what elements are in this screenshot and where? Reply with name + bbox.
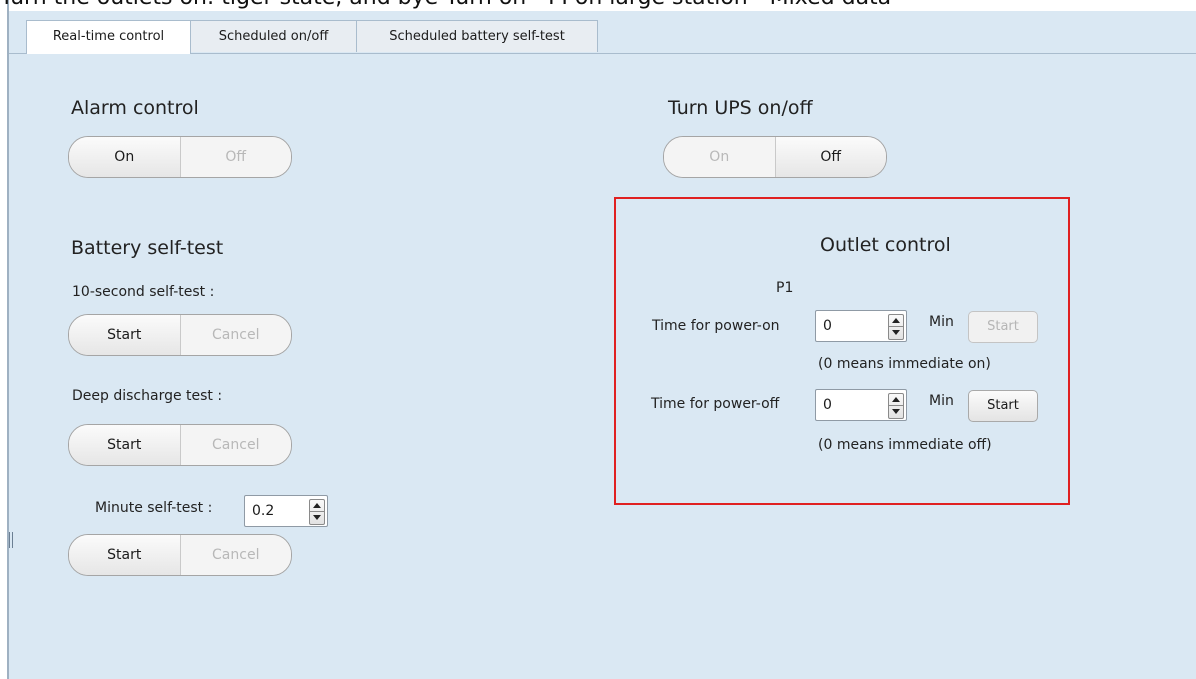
stepper-arrows-icon[interactable] xyxy=(888,393,904,419)
ten-second-start-button[interactable]: Start xyxy=(69,315,180,355)
arrow-up-icon[interactable] xyxy=(892,397,900,402)
alarm-on-button[interactable]: On xyxy=(69,137,180,177)
minute-test-value[interactable]: 0.2 xyxy=(252,496,274,526)
deep-discharge-start-button[interactable]: Start xyxy=(69,425,180,465)
deep-discharge-label: Deep discharge test : xyxy=(72,388,223,404)
power-off-stepper[interactable]: 0 xyxy=(815,389,907,421)
tab-real-time-control[interactable]: Real-time control xyxy=(26,20,191,54)
minute-test-cancel-button[interactable]: Cancel xyxy=(180,535,291,575)
splitter-grip-icon[interactable] xyxy=(8,532,14,548)
tab-scheduled-on-off[interactable]: Scheduled on/off xyxy=(190,20,357,52)
outlet-name: P1 xyxy=(776,280,794,296)
minute-test-stepper[interactable]: 0.2 xyxy=(244,495,328,527)
overlay-caption: Turn the outlets on: tiger state, and by… xyxy=(0,0,1196,9)
power-on-note: (0 means immediate on) xyxy=(818,356,991,372)
battery-self-test-heading: Battery self-test xyxy=(71,237,224,259)
power-on-value[interactable]: 0 xyxy=(823,311,832,341)
deep-discharge-controls: Start Cancel xyxy=(68,424,292,466)
power-on-unit: Min xyxy=(929,314,954,330)
stepper-arrows-icon[interactable] xyxy=(309,499,325,525)
power-off-note: (0 means immediate off) xyxy=(818,437,992,453)
ups-power-toggle: On Off xyxy=(663,136,887,178)
ups-off-button[interactable]: Off xyxy=(775,137,886,177)
power-off-value[interactable]: 0 xyxy=(823,390,832,420)
ten-second-test-controls: Start Cancel xyxy=(68,314,292,356)
minute-test-controls: Start Cancel xyxy=(68,534,292,576)
alarm-control-toggle: On Off xyxy=(68,136,292,178)
arrow-up-icon[interactable] xyxy=(313,503,321,508)
minute-test-start-button[interactable]: Start xyxy=(69,535,180,575)
arrow-down-icon[interactable] xyxy=(892,330,900,335)
stepper-arrows-icon[interactable] xyxy=(888,314,904,340)
ten-second-cancel-button[interactable]: Cancel xyxy=(180,315,291,355)
tab-scheduled-battery-self-test[interactable]: Scheduled battery self-test xyxy=(356,20,598,52)
ups-on-button[interactable]: On xyxy=(664,137,775,177)
minute-test-label: Minute self-test : xyxy=(95,500,213,516)
alarm-off-button[interactable]: Off xyxy=(180,137,291,177)
power-off-unit: Min xyxy=(929,393,954,409)
alarm-control-heading: Alarm control xyxy=(71,97,199,119)
power-on-label: Time for power-on xyxy=(652,318,780,334)
arrow-up-icon[interactable] xyxy=(892,318,900,323)
ten-second-test-label: 10-second self-test : xyxy=(72,284,215,300)
power-off-start-button[interactable]: Start xyxy=(968,390,1038,422)
power-on-start-button[interactable]: Start xyxy=(968,311,1038,343)
outlet-control-heading: Outlet control xyxy=(820,234,951,256)
deep-discharge-cancel-button[interactable]: Cancel xyxy=(180,425,291,465)
power-on-stepper[interactable]: 0 xyxy=(815,310,907,342)
arrow-down-icon[interactable] xyxy=(892,409,900,414)
power-off-label: Time for power-off xyxy=(651,396,780,412)
arrow-down-icon[interactable] xyxy=(313,515,321,520)
ups-power-heading: Turn UPS on/off xyxy=(668,97,813,119)
